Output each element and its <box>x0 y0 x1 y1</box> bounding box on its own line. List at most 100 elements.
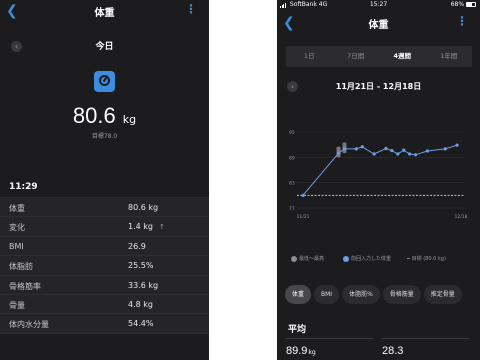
y-tick-label: 83 <box>289 181 295 187</box>
metric-label: 体内水分量 <box>9 320 49 330</box>
metric-chip[interactable]: 骨格筋量 <box>382 285 421 304</box>
metric-row[interactable]: 骨量 4.8 kg <box>0 295 209 315</box>
date-range-label: 11月21日 - 12月18日 <box>335 82 422 91</box>
metric-chip[interactable]: 体脂肪% <box>342 285 380 304</box>
status-time: 15:27 <box>369 1 388 8</box>
metric-row[interactable]: 体脂肪 25.5% <box>0 256 209 276</box>
weight-point <box>372 152 376 156</box>
metric-value-text: 25.5% <box>128 261 154 271</box>
metric-value-text: 1.4 kg <box>128 222 153 232</box>
metric-value-text: 80.6 kg <box>128 203 159 212</box>
chart-legend: 最低～最高 前回入力した体重 ┅ 目標 (80.0 kg) <box>277 255 480 265</box>
status-bar: SoftBank 4G 15:27 68% <box>277 0 480 10</box>
weight-line <box>302 144 458 196</box>
metric-chip[interactable]: BMI <box>314 285 340 304</box>
metric-chip[interactable]: 体重 <box>285 285 312 304</box>
metric-chip[interactable]: 推定骨量 <box>423 285 462 304</box>
page-title: 体重 <box>94 8 115 19</box>
vertical-dots-icon[interactable]: ⋮ <box>185 3 197 15</box>
weight-point <box>390 148 394 153</box>
metric-label: 骨格筋率 <box>9 281 41 291</box>
daily-weight-screen: ❮ 体重 ⋮ ‹ 今日 80.6 kg 目標78.0 11:29 体重 80.6 … <box>0 0 209 360</box>
average-number: 89.9 <box>286 345 308 357</box>
metric-label: 骨量 <box>9 300 25 310</box>
weight-point <box>413 153 418 157</box>
header-bar: ❮ 体重 ⋮ <box>277 12 480 34</box>
legend-swatch <box>343 255 349 262</box>
metric-row[interactable]: 変化 1.4 kg ↑ <box>0 217 209 237</box>
battery-indicator: 68% <box>451 1 476 8</box>
metric-label: BMI <box>9 241 24 251</box>
metric-chips: 体重 BMI 体脂肪% 骨格筋量 推定骨量 <box>285 281 465 304</box>
metric-row[interactable]: BMI 26.9 <box>0 237 209 257</box>
tab-period[interactable]: 7日間 <box>333 46 380 67</box>
date-label: 今日 <box>95 42 114 52</box>
scale-icon <box>94 71 115 92</box>
weight-point <box>455 143 459 147</box>
metric-value: 54.4% <box>128 319 153 328</box>
current-weight: 80.6 kg <box>0 103 209 129</box>
goal-text: 目標78.0 <box>91 133 118 140</box>
weight-unit: kg <box>122 113 137 126</box>
metric-value: 33.6 kg <box>128 281 158 290</box>
x-tick-label: 11/21 <box>297 214 310 220</box>
weight-point <box>408 152 412 156</box>
weight-point <box>360 145 364 149</box>
weight-point <box>425 149 430 153</box>
tab-period[interactable]: 1年間 <box>426 46 473 67</box>
weight-point <box>443 147 447 151</box>
metric-value: 80.6 kg <box>128 203 158 212</box>
metrics-list: 体重 80.6 kg 変化 1.4 kg ↑ BMI 26.9 体脂肪 25.5% 骨格筋率 33.… <box>0 198 209 334</box>
metric-label: 体重 <box>9 204 25 213</box>
legend-item: 前回入力した体重 <box>343 255 391 262</box>
metric-value: 1.4 kg ↑ <box>128 222 165 231</box>
weight-point <box>354 147 358 151</box>
legend-item: ┅ 目標 (80.0 kg) <box>407 255 446 262</box>
metric-value-text: 33.6 kg <box>128 280 159 290</box>
average-value: 28.3 <box>381 338 469 360</box>
average-value: 89.9kg <box>285 338 373 360</box>
tab-period[interactable]: 1日 <box>286 46 333 67</box>
weight-chart: 77 83 89 95 11/21 12/18 <box>289 130 468 220</box>
battery-percent: 68% <box>450 1 465 8</box>
weight-point <box>301 193 305 197</box>
tab-period[interactable]: 4週間 <box>379 46 426 67</box>
metric-label: 体脂肪 <box>9 262 33 272</box>
weight-point <box>336 151 341 155</box>
y-tick-label: 95 <box>289 130 295 136</box>
legend-item: 最低～最高 <box>291 255 324 262</box>
y-tick-label: 89 <box>289 155 295 161</box>
weight-point <box>396 152 400 156</box>
period-tabs: 1日 7日間 4週間 1年間 <box>286 46 472 67</box>
battery-icon <box>466 2 476 7</box>
average-number: 28.3 <box>382 345 404 357</box>
page-title: 体重 <box>368 20 389 31</box>
metric-value-text: 26.9 <box>128 241 146 251</box>
measurement-time: 11:29 <box>0 176 209 198</box>
weight-value: 80.6 <box>72 103 116 128</box>
average-unit: kg <box>308 349 316 356</box>
x-tick-label: 12/18 <box>455 214 468 220</box>
metric-value: 25.5% <box>128 261 153 270</box>
up-arrow-icon: ↑ <box>158 223 165 232</box>
date-nav: ‹ 今日 <box>0 39 209 53</box>
legend-label: 最低～最高 <box>299 256 325 262</box>
metric-label: 変化 <box>9 223 25 233</box>
header-bar: ❮ 体重 ⋮ <box>0 0 209 22</box>
date-range-nav: ‹ 11月21日 - 12月18日 <box>277 81 480 93</box>
metric-row[interactable]: 体重 80.6 kg <box>0 198 209 218</box>
legend-swatch <box>291 255 297 262</box>
legend-label: 前回入力した体重 <box>351 256 392 262</box>
weight-point <box>384 146 388 151</box>
metric-value-text: 4.8 kg <box>128 299 153 309</box>
vertical-dots-icon[interactable]: ⋮ <box>456 15 468 27</box>
averages: 89.9kg 28.3 <box>277 338 480 360</box>
metric-value: 26.9 <box>128 242 146 251</box>
metric-row[interactable]: 体内水分量 54.4% <box>0 314 209 334</box>
legend-label: 目標 (80.0 kg) <box>411 256 446 262</box>
metric-value-text: 54.4% <box>128 319 154 329</box>
metric-row[interactable]: 骨格筋率 33.6 kg <box>0 276 209 295</box>
y-tick-label: 77 <box>289 206 295 212</box>
average-title: 平均 <box>288 325 307 335</box>
weight-point <box>402 148 406 152</box>
